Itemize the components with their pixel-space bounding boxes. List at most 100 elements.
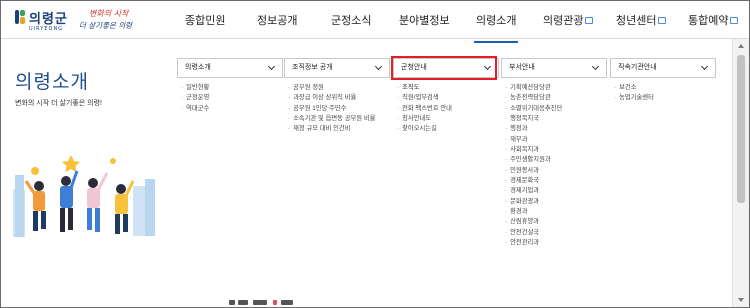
dropdown-4[interactable]: 직속기관안내	[610, 58, 716, 78]
menu-link[interactable]: 소속기관 및 읍면동 공무원 비율	[288, 114, 390, 124]
menu-column-1: 조직정보 공개 공무원 정원 과장급 이상 상위직 비율 공무원 1인당 주민수…	[284, 58, 390, 135]
menu-link[interactable]: 직원/업무검색	[397, 93, 499, 103]
menu-link[interactable]: 재정 규모 대비 인건비	[288, 124, 390, 134]
menu-link[interactable]: 주민생활지원과	[505, 155, 607, 165]
menu-link[interactable]: 행정과	[505, 124, 607, 134]
dropdown-3[interactable]: 부서안내	[501, 58, 607, 78]
person-head	[34, 181, 44, 191]
building-shape	[145, 179, 155, 236]
external-link-icon	[585, 17, 594, 24]
menu-link-current[interactable]: 조직도	[397, 83, 499, 93]
nav-label: 의령소개	[476, 15, 517, 27]
menu-list-0: 일반현황 군정운영 역대군수	[177, 83, 283, 114]
nav-item-3[interactable]: 분야별정보	[399, 12, 450, 28]
celebration-illustration	[13, 155, 155, 237]
nav-label: 청년센터	[616, 15, 657, 27]
chevron-down-icon	[483, 62, 492, 71]
chevron-down-icon	[267, 62, 276, 71]
dropdown-2[interactable]: 군청안내	[393, 58, 499, 78]
menu-link[interactable]: 농촌전략담당관	[505, 93, 607, 103]
menu-link[interactable]: 민원봉사과	[505, 166, 607, 176]
person-leg	[68, 208, 73, 230]
menu-link[interactable]: 안전건설국	[505, 228, 607, 238]
person-leg	[115, 214, 120, 234]
section-title: 의령소개	[15, 72, 89, 93]
nav-item-4[interactable]: 의령소개	[473, 12, 519, 43]
nav-label: 분야별정보	[399, 15, 450, 27]
menu-link[interactable]: 안전관리과	[505, 238, 607, 248]
menu-link[interactable]: 경제기업과	[505, 186, 607, 196]
menu-link[interactable]: 청사안내도	[397, 114, 499, 124]
person-arm	[24, 180, 36, 194]
nav-label: 의령관광	[543, 15, 584, 27]
menu-link[interactable]: 전화 팩스번호 안내	[397, 104, 499, 114]
menu-link[interactable]: 기획예산담당관	[505, 83, 607, 93]
logo-name: 의령군	[29, 12, 68, 27]
nav-label: 정보공개	[257, 15, 298, 27]
dropdown-label: 의령소개	[185, 64, 211, 71]
person-leg	[87, 208, 92, 230]
menu-link[interactable]: 사회복지과	[505, 145, 607, 155]
menu-column-4: 직속기관안내 보건소 농업기술센터	[610, 58, 716, 104]
menu-link[interactable]: 과장급 이상 상위직 비율	[288, 93, 390, 103]
star-icon	[31, 167, 39, 175]
person-arm	[96, 172, 109, 191]
menu-link[interactable]: 문화관광과	[505, 197, 607, 207]
menu-list-3: 기획예산담당관 농촌전략담당관 소멸위기대응추진단 행정복지국 행정과 재무과 …	[501, 83, 607, 249]
person-head	[61, 176, 71, 186]
person-leg	[123, 214, 128, 232]
nav-item-2[interactable]: 군정소식	[331, 12, 371, 28]
menu-link[interactable]: 행정복지국	[505, 114, 607, 124]
cropped-content-peek	[229, 298, 309, 307]
person-body	[115, 194, 128, 214]
site-logo[interactable]: 의령군 UIRYEONG	[15, 7, 75, 35]
logo-english: UIRYEONG	[29, 26, 64, 32]
nav-label: 군정소식	[331, 15, 372, 27]
menu-link[interactable]: 소멸위기대응추진단	[505, 104, 607, 114]
person-head	[116, 184, 126, 194]
vertical-scrollbar[interactable]	[732, 39, 749, 307]
menu-link[interactable]: 찾아오시는길	[397, 124, 499, 134]
slogan-logo: 변화의 시작 더 살기좋은 의령	[79, 8, 141, 34]
nav-item-7[interactable]: 통합예약	[688, 12, 739, 28]
menu-link[interactable]: 재무과	[505, 135, 607, 145]
building-shape	[133, 186, 147, 236]
menu-link[interactable]: 산림휴양과	[505, 217, 607, 227]
menu-link[interactable]: 공무원 1인당 주민수	[288, 104, 390, 114]
scroll-up-arrow-icon[interactable]	[738, 44, 744, 48]
person-body	[33, 191, 45, 211]
section-subtitle: 변화의 시작 더 살기좋은 의령!	[15, 100, 103, 107]
site-header: 의령군 UIRYEONG 변화의 시작 더 살기좋은 의령 종합민원 정보공개 …	[1, 1, 749, 43]
person-body	[87, 188, 100, 208]
menu-link[interactable]: 농업기술센터	[614, 93, 716, 103]
menu-link[interactable]: 공무원 정원	[288, 83, 390, 93]
menu-list-1: 공무원 정원 과장급 이상 상위직 비율 공무원 1인당 주민수 소속기관 및 …	[284, 83, 390, 135]
scroll-down-arrow-icon[interactable]	[738, 298, 744, 302]
menu-link[interactable]: 보건소	[614, 83, 716, 93]
person-body	[60, 186, 73, 208]
dropdown-label: 부서안내	[509, 64, 535, 71]
menu-link[interactable]: 환경과	[505, 207, 607, 217]
menu-link[interactable]: 역대군수	[181, 104, 283, 114]
nav-item-0[interactable]: 종합민원	[185, 12, 225, 28]
slogan-line-2: 더 살기좋은 의령	[79, 21, 133, 30]
nav-item-5[interactable]: 의령관광	[543, 12, 594, 28]
building-shape	[15, 175, 24, 237]
person-leg	[60, 208, 65, 232]
menu-column-2: 군청안내 조직도 직원/업무검색 전화 팩스번호 안내 청사안내도 찾아오시는길	[393, 58, 499, 135]
nav-item-1[interactable]: 정보공개	[257, 12, 297, 28]
person-arm	[69, 170, 79, 189]
menu-link[interactable]: 경제문화국	[505, 176, 607, 186]
menu-column-0: 의령소개 일반현황 군정운영 역대군수	[177, 58, 283, 114]
scroll-thumb[interactable]	[737, 55, 745, 203]
logo-mark-icon	[15, 10, 25, 24]
person-leg	[33, 211, 38, 231]
dropdown-1[interactable]: 조직정보 공개	[284, 58, 390, 78]
menu-link[interactable]: 군정운영	[181, 93, 283, 103]
nav-label: 종합민원	[185, 15, 226, 27]
dropdown-label: 군청안내	[401, 64, 427, 71]
nav-item-6[interactable]: 청년센터	[616, 12, 667, 28]
dropdown-0[interactable]: 의령소개	[177, 58, 283, 78]
menu-link[interactable]: 일반현황	[181, 83, 283, 93]
menu-list-2: 조직도 직원/업무검색 전화 팩스번호 안내 청사안내도 찾아오시는길	[393, 83, 499, 135]
